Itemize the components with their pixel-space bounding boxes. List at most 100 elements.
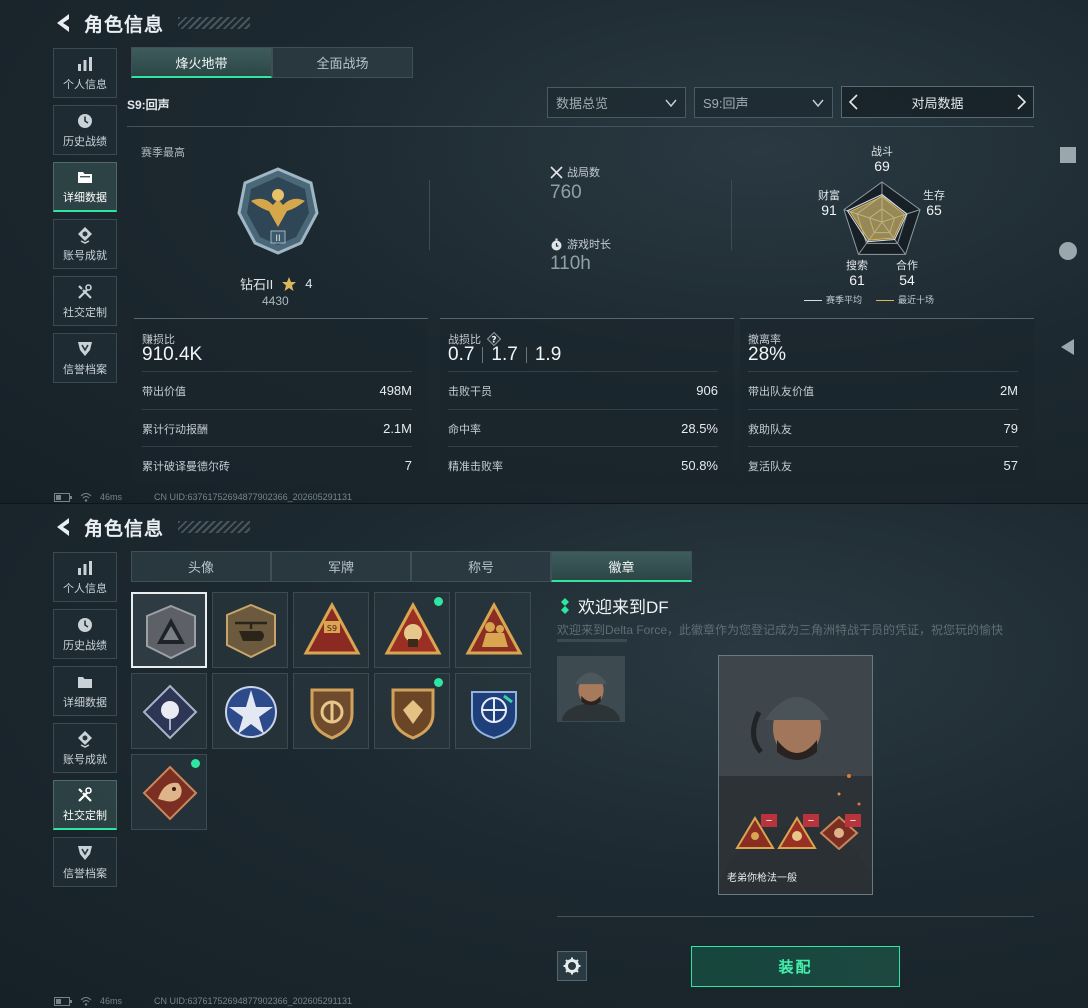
folder-icon [78, 172, 92, 183]
badge-shield[interactable] [293, 673, 369, 749]
sidebar-item-detailed-data[interactable]: 详细数据 [53, 162, 117, 212]
sidebar-item-achievements[interactable]: 账号成就 [53, 219, 117, 269]
badge-df-triangle[interactable] [131, 592, 207, 668]
badge-soldier[interactable] [455, 592, 531, 668]
card-row: 精准击败率 50.8% [448, 446, 718, 484]
decorative-hatch [178, 17, 251, 29]
divider [731, 180, 732, 250]
sidebar-item-label: 社交定制 [63, 306, 107, 319]
overview-select[interactable]: 数据总览 [547, 87, 686, 118]
ping-text: 46ms [100, 996, 123, 1006]
sidebar-item-personal-info[interactable]: 个人信息 [53, 48, 117, 98]
triangle-back-icon[interactable] [1058, 337, 1078, 357]
chevron-right-icon[interactable] [1015, 94, 1027, 110]
kd-card: 战损比 ? 0.7 1.7 1.9 击败干员 906 命中率 28.5% 精准击败率… [440, 318, 734, 484]
radar-label-search: 搜索 [846, 260, 868, 272]
badge-s9[interactable]: S9 [293, 592, 369, 668]
tab-badge[interactable]: 徽章 [551, 551, 692, 582]
s9-badge-icon: S9 [303, 601, 361, 655]
tab-dog-tag[interactable]: 军牌 [271, 551, 411, 582]
sidebar-item-label: 详细数据 [63, 696, 107, 709]
legend-swatch [876, 300, 895, 302]
matches-label-text: 战局数 [567, 167, 600, 179]
badge-helicopter[interactable] [212, 592, 288, 668]
sidebar-item-label: 信誉档案 [63, 363, 107, 376]
sidebar-item-personal-info[interactable]: 个人信息 [53, 552, 117, 602]
sidebar-item-achievements[interactable]: 账号成就 [53, 723, 117, 773]
radar-label-combat: 战斗 [871, 146, 893, 158]
remove-badge-button[interactable]: − [803, 814, 819, 827]
radar-label-cooperation: 合作 [896, 260, 918, 272]
badge-star[interactable] [212, 673, 288, 749]
badge-hazmat[interactable] [374, 592, 450, 668]
sidebar-item-detailed-data[interactable]: 详细数据 [53, 666, 117, 716]
player-card-preview: − − − 老弟你枪法一般 [718, 655, 873, 895]
sidebar-item-social-custom[interactable]: 社交定制 [53, 276, 117, 326]
remove-badge-button[interactable]: − [761, 814, 777, 827]
sidebar: 个人信息 历史战绩 详细数据 账号成就 社交定制 信誉档案 [53, 552, 117, 894]
sidebar-item-label: 历史战绩 [63, 135, 107, 148]
equipped-badge-slot-2[interactable]: − [777, 814, 819, 850]
row-label: 命中率 [448, 423, 481, 436]
operator-portrait [719, 656, 872, 894]
tab-avatar[interactable]: 头像 [131, 551, 271, 582]
badge-title-text: 欢迎来到DF [578, 598, 669, 617]
card-row: 带出价值 498M [142, 371, 412, 409]
row-label: 累计破译曼德尔砖 [142, 460, 230, 473]
card-row: 累计行动报酬 2.1M [142, 409, 412, 447]
radar-value-combat: 69 [874, 158, 890, 174]
sidebar-item-history[interactable]: 历史战绩 [53, 609, 117, 659]
crossed-swords-icon [550, 165, 563, 179]
rank-row: 钻石II 4 [240, 274, 312, 293]
tab-full-battlefield[interactable]: 全面战场 [272, 47, 413, 78]
sidebar-item-label: 账号成就 [63, 249, 107, 262]
hazmat-badge-icon [384, 601, 442, 655]
badge-rose[interactable] [131, 673, 207, 749]
season-select[interactable]: S9:回声 [694, 87, 833, 118]
svg-text:II: II [275, 234, 280, 244]
back-arrow-icon[interactable] [54, 516, 74, 538]
tools-icon [78, 283, 92, 299]
svg-text:S9: S9 [327, 624, 337, 633]
divider [557, 916, 1034, 917]
circle-nav-icon[interactable] [1058, 241, 1078, 261]
equipped-badge-slot-3[interactable]: − [819, 814, 861, 851]
row-value: 79 [1003, 421, 1018, 436]
sidebar-item-social-custom[interactable]: 社交定制 [53, 780, 117, 830]
card-row: 复活队友 57 [748, 446, 1018, 484]
mode-tabs: 烽火地带 全面战场 [131, 47, 413, 78]
chevron-left-icon[interactable] [848, 94, 860, 110]
badge-dragon[interactable] [131, 754, 207, 830]
remove-badge-button[interactable]: − [845, 814, 861, 827]
battery-icon [54, 492, 72, 502]
sidebar-item-reputation[interactable]: 信誉档案 [53, 837, 117, 887]
new-indicator-dot [434, 597, 443, 606]
row-label: 精准击败率 [448, 460, 503, 473]
diamond-marker-icon [561, 597, 569, 614]
sidebar-item-reputation[interactable]: 信誉档案 [53, 333, 117, 383]
square-nav-icon[interactable] [1058, 145, 1078, 165]
shield-icon [78, 845, 92, 860]
tab-warzone-hazard[interactable]: 烽火地带 [131, 47, 272, 78]
avatar[interactable] [557, 656, 625, 722]
tab-title[interactable]: 称号 [411, 551, 551, 582]
card-big-value: 910.4K [142, 344, 203, 365]
sidebar-item-history[interactable]: 历史战绩 [53, 105, 117, 155]
card-big-value: 28% [748, 344, 787, 365]
wifi-icon [80, 493, 92, 502]
dragon-badge-icon [142, 765, 198, 821]
row-value: 57 [1003, 458, 1018, 473]
helicopter-badge-icon [226, 603, 276, 659]
divider [429, 180, 430, 250]
settings-button[interactable] [557, 951, 587, 981]
back-arrow-icon[interactable] [54, 12, 74, 34]
badge-globe[interactable] [455, 673, 531, 749]
row-value: 28.5% [681, 421, 718, 436]
data-type-switcher: 对局数据 [841, 86, 1034, 118]
equip-button[interactable]: 装配 [691, 946, 900, 987]
badge-gem[interactable] [374, 673, 450, 749]
equipped-badge-slot-1[interactable]: − [735, 814, 777, 850]
ping-text: 46ms [100, 492, 123, 502]
decorative-hatch [178, 521, 251, 533]
card-row: 击败干员 906 [448, 371, 718, 409]
